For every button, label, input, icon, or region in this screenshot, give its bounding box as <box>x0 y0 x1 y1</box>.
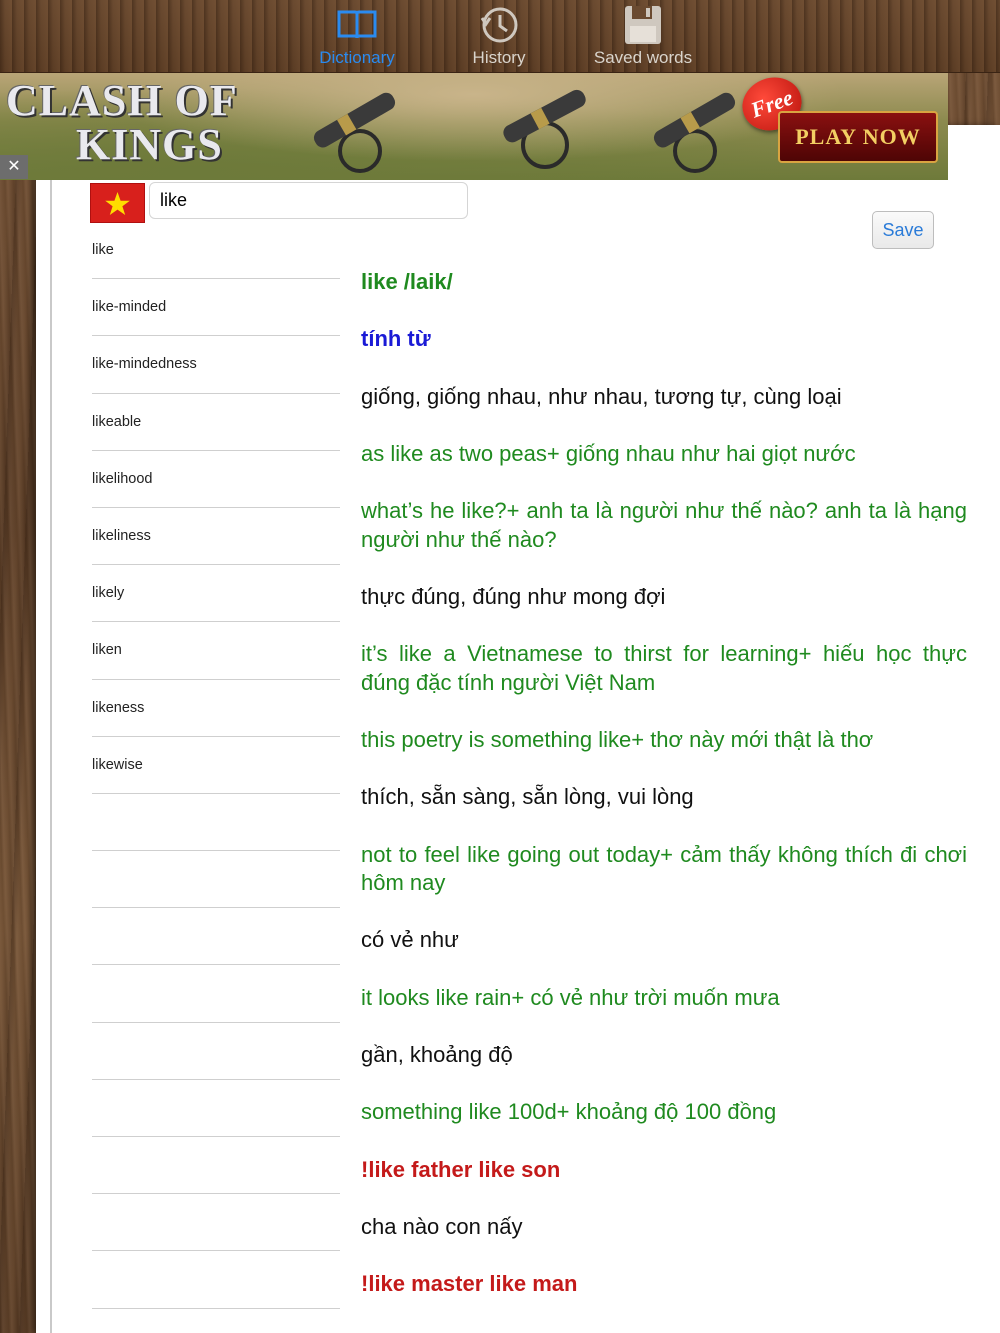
definition-meaning: thích, sẵn sàng, sẵn lòng, vui lòng <box>361 784 694 810</box>
word-list-item[interactable]: like-minded <box>92 279 340 337</box>
word-list-item[interactable]: likewise <box>92 737 340 794</box>
definition-idiom: !like father like son <box>361 1156 561 1182</box>
vietnam-flag-icon[interactable] <box>90 183 145 223</box>
ad-logo-line2: KINGS <box>76 120 223 169</box>
word-list-item[interactable]: likely <box>92 565 340 623</box>
definition-meaning: cha nào con nấy <box>361 1213 523 1239</box>
tab-bar: Dictionary History Saved words <box>0 0 1000 73</box>
cannon-image <box>503 89 586 169</box>
tab-dictionary[interactable]: Dictionary <box>287 4 427 70</box>
word-list-item <box>92 1137 340 1195</box>
word-list-item <box>92 794 340 852</box>
ad-close-button[interactable]: ✕ <box>0 155 28 179</box>
cannon-image <box>313 92 396 173</box>
word-list-item[interactable]: like-mindedness <box>92 336 340 394</box>
definition-idiom: !like master like man <box>361 1271 578 1297</box>
word-list-item <box>92 851 340 909</box>
definition-meaning: có vẻ như <box>361 927 459 953</box>
word-list-item <box>92 1194 340 1252</box>
tab-dictionary-label: Dictionary <box>319 48 395 67</box>
save-button[interactable]: Save <box>872 211 934 249</box>
definition-example: as like as two peas+ giống nhau như hai … <box>361 440 856 466</box>
word-list-item <box>92 1251 340 1309</box>
definition-example: it looks like rain+ có vẻ như trời muốn … <box>361 984 780 1010</box>
word-list-item[interactable]: likeable <box>92 394 340 451</box>
word-list-item[interactable]: likeliness <box>92 508 340 566</box>
definition-example: this poetry is something like+ thơ này m… <box>361 727 874 753</box>
word-list-item[interactable]: likelihood <box>92 451 340 508</box>
ad-logo: CLASH OF KINGS <box>6 79 238 175</box>
word-list-item <box>92 965 340 1023</box>
definition-example: something like 100d+ khoảng độ 100 đồng <box>361 1099 777 1125</box>
word-list-item[interactable]: liken <box>92 622 340 680</box>
ad-banner[interactable]: CLASH OF KINGS Free PLAY NOW <box>0 73 948 180</box>
ad-logo-line1: CLASH OF <box>6 76 238 125</box>
page-divider <box>50 180 52 1333</box>
floppy-disk-icon <box>625 6 661 44</box>
definition-meaning: thực đúng, đúng như mong đợi <box>361 583 666 609</box>
definition-pos: tính từ <box>361 326 431 352</box>
word-list-item[interactable]: like <box>92 222 340 280</box>
word-list-item <box>92 908 340 966</box>
tab-history[interactable]: History <box>429 4 569 70</box>
tab-saved-words[interactable]: Saved words <box>573 4 713 70</box>
definition-meaning: gần, khoảng độ <box>361 1042 513 1068</box>
cannon-image <box>653 92 736 173</box>
definition-example: what’s he like?+ anh ta là người như thế… <box>361 498 967 552</box>
definition-meaning: giống, giống nhau, như nhau, tương tự, c… <box>361 383 842 409</box>
word-list-item <box>92 1023 340 1080</box>
definition-panel: like /laik/tính từ giống, giống nhau, như… <box>361 268 967 1328</box>
clock-icon <box>480 7 518 43</box>
ad-play-now-button[interactable]: PLAY NOW <box>778 111 938 163</box>
search-input[interactable] <box>149 182 468 219</box>
word-list-item <box>92 1080 340 1137</box>
book-icon <box>337 10 377 39</box>
star-icon <box>105 192 130 215</box>
definition-headword: like /laik/ <box>361 269 453 294</box>
tab-history-label: History <box>472 48 526 67</box>
definition-example: it’s like a Vietnamese to thirst for lea… <box>361 641 967 695</box>
tab-saved-words-label: Saved words <box>593 48 693 67</box>
word-list-item[interactable]: likeness <box>92 680 340 737</box>
word-list: like like-minded like-mindedness likeable li… <box>92 222 340 1309</box>
definition-example: not to feel like going out today+ cảm th… <box>361 841 967 896</box>
